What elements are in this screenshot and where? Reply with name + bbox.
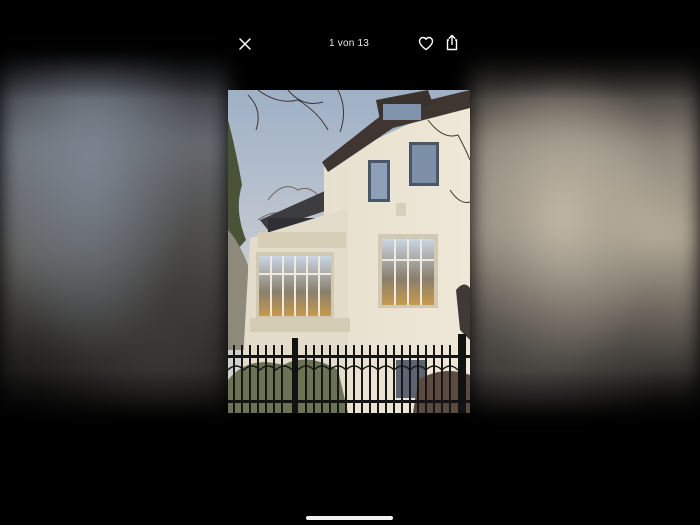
- viewer-toolbar: 1 von 13: [228, 28, 470, 60]
- like-button[interactable]: [412, 29, 440, 57]
- share-button[interactable]: [438, 28, 466, 56]
- house-photo-illustration: [228, 90, 470, 413]
- share-icon: [446, 34, 458, 50]
- blurred-background-left: [0, 55, 228, 415]
- heart-icon: [418, 36, 434, 50]
- blurred-background-right: [470, 55, 700, 415]
- photo[interactable]: [228, 90, 470, 413]
- home-indicator[interactable]: [306, 516, 393, 520]
